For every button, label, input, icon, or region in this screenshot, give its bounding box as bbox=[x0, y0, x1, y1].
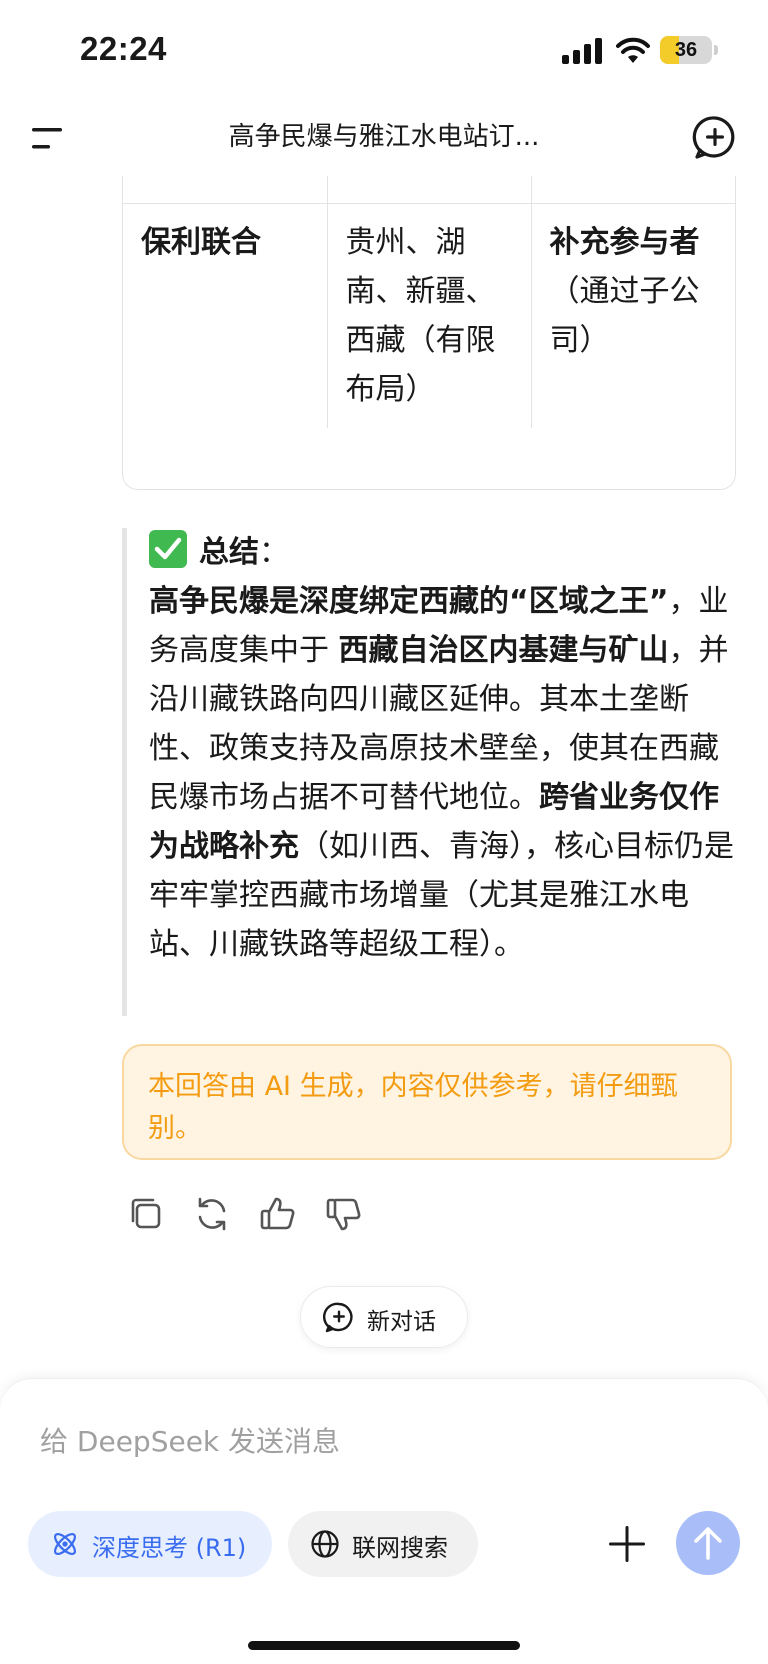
arrow-up-icon bbox=[694, 1527, 722, 1560]
ai-disclaimer-notice: 本回答由 AI 生成，内容仅供参考，请仔细甄别。 bbox=[122, 1044, 732, 1160]
message-input[interactable] bbox=[40, 1419, 720, 1463]
status-bar: 22:24 36 bbox=[0, 0, 768, 100]
attach-plus-icon[interactable] bbox=[604, 1521, 650, 1567]
new-chat-icon[interactable] bbox=[692, 114, 738, 160]
summary-heading-colon: ： bbox=[259, 535, 289, 570]
summary-text: 总结： 高争民爆是深度绑定西藏的“区域之王”，业务高度集中于 西藏自治区内基建与… bbox=[149, 528, 739, 969]
table-cell-regions: 贵州、湖南、新疆、西藏（有限布局） bbox=[326, 203, 532, 428]
role-rest: （通过子公司） bbox=[549, 274, 700, 358]
thumbs-up-icon[interactable] bbox=[258, 1194, 298, 1234]
battery-nub bbox=[714, 45, 718, 55]
thumbs-down-icon[interactable] bbox=[324, 1194, 364, 1234]
battery-icon: 36 bbox=[660, 36, 712, 64]
table-cell-company: 保利联合 bbox=[123, 203, 328, 428]
web-search-toggle[interactable]: 联网搜索 bbox=[288, 1511, 478, 1577]
conversation-title[interactable]: 高争民爆与雅江水电站订... bbox=[130, 116, 638, 153]
new-chat-button[interactable]: 新对话 bbox=[300, 1286, 468, 1348]
summary-bold-1: 高争民爆是深度绑定西藏的“区域之王” bbox=[149, 584, 669, 619]
battery-percent: 36 bbox=[674, 39, 698, 61]
summary-heading: 总结 bbox=[199, 535, 259, 570]
table-cell: 高原 bbox=[326, 176, 532, 204]
table-cell bbox=[123, 176, 328, 204]
chat-content: 高原 位） 保利联合 贵州、湖南、新疆、西藏（有限布局） 补充参与者 （通过子公司… bbox=[0, 176, 768, 1376]
table-cell-role: 补充参与者 （通过子公司） bbox=[530, 203, 735, 428]
top-nav: 高争民爆与雅江水电站订... bbox=[0, 100, 768, 176]
new-chat-icon bbox=[323, 1302, 353, 1333]
wifi-icon bbox=[616, 37, 650, 63]
summary-blockquote: 总结： 高争民爆是深度绑定西藏的“区域之王”，业务高度集中于 西藏自治区内基建与… bbox=[122, 528, 739, 1016]
summary-heading-line: 总结： bbox=[149, 528, 739, 577]
summary-bold-2: 西藏自治区内基建与矿山 bbox=[338, 633, 669, 668]
message-composer: 深度思考 (R1) 联网搜索 bbox=[0, 1378, 768, 1664]
globe-icon bbox=[311, 1530, 339, 1558]
copy-icon[interactable] bbox=[126, 1194, 166, 1234]
regenerate-icon[interactable] bbox=[192, 1194, 232, 1234]
web-search-label: 联网搜索 bbox=[352, 1534, 448, 1562]
deep-think-toggle[interactable]: 深度思考 (R1) bbox=[28, 1511, 272, 1577]
table-row: 保利联合 贵州、湖南、新疆、西藏（有限布局） 补充参与者 （通过子公司） bbox=[123, 203, 735, 428]
status-time: 22:24 bbox=[80, 30, 167, 67]
atom-icon bbox=[53, 1532, 77, 1556]
check-mark-icon bbox=[149, 530, 187, 568]
role-bold: 补充参与者 bbox=[549, 225, 700, 260]
comparison-table: 高原 位） 保利联合 贵州、湖南、新疆、西藏（有限布局） 补充参与者 （通过子公司… bbox=[122, 176, 736, 490]
summary-paragraph: 高争民爆是深度绑定西藏的“区域之王”，业务高度集中于 西藏自治区内基建与矿山，并… bbox=[149, 577, 739, 969]
cellular-signal-icon bbox=[562, 38, 602, 64]
send-button[interactable] bbox=[676, 1511, 740, 1575]
home-indicator bbox=[248, 1641, 520, 1650]
menu-icon[interactable] bbox=[28, 120, 68, 156]
table-row: 高原 位） bbox=[123, 176, 735, 204]
deep-think-label: 深度思考 (R1) bbox=[92, 1534, 247, 1562]
table-cell: 位） bbox=[530, 176, 735, 204]
message-actions bbox=[126, 1194, 406, 1240]
new-chat-label: 新对话 bbox=[367, 1309, 436, 1335]
